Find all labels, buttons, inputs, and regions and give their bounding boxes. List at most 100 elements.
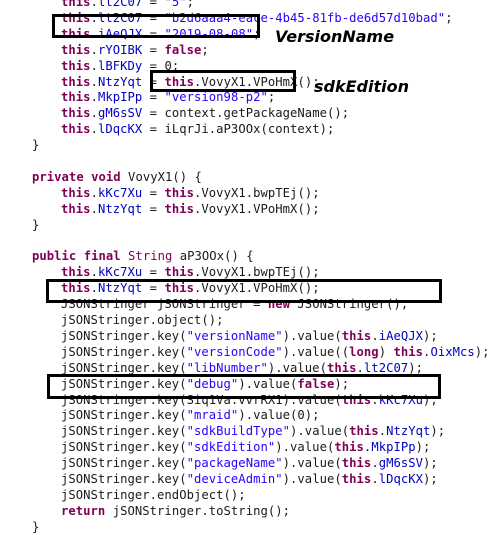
code-token: MkpIPp: [97, 90, 143, 105]
code-token: "mraid": [186, 408, 239, 423]
sdk-edition-annotation: sdkEdition: [314, 77, 409, 96]
code-token: this: [341, 328, 372, 343]
code-line: public final String aP3OOx() {: [32, 248, 254, 264]
highlight-box-version-name-key: [46, 279, 442, 303]
code-line: this.rYOIBK = false;: [61, 42, 209, 58]
code-token: ;: [445, 10, 453, 25]
code-token: }: [32, 217, 40, 232]
code-line: jSONStringer.object();: [61, 312, 224, 328]
code-token: this: [61, 265, 91, 280]
code-token: NtzYqt: [97, 74, 143, 89]
code-token: this: [164, 201, 195, 216]
code-token: }: [32, 138, 40, 153]
code-token: .: [90, 58, 98, 73]
code-line: this.kKc7Xu = this.VovyX1.bwpTEj();: [61, 185, 320, 201]
code-token: .: [90, 0, 98, 9]
code-token: jSONStringer.toString();: [105, 503, 291, 518]
code-token: return: [61, 503, 106, 518]
code-token: jSONStringer.object();: [61, 313, 224, 327]
code-token: public: [32, 249, 77, 264]
code-token: ): [378, 344, 394, 359]
code-token: aP3OOx() {: [172, 249, 254, 264]
version-name-annotation: VersionName: [275, 27, 395, 46]
code-token: "sdkEdition": [186, 440, 276, 455]
code-line: private void VovyX1() {: [32, 169, 202, 185]
code-token: this: [341, 456, 372, 471]
code-line: this.gM6sSV = context.getPackageName();: [61, 105, 349, 121]
code-line: jSONStringer.key("versionCode").value((l…: [61, 344, 490, 360]
code-token: this: [341, 472, 372, 486]
code-token: NtzYqt: [386, 424, 431, 439]
code-token: = iLqrJi.aP3OOx(context);: [142, 122, 335, 137]
code-line: jSONStringer.key("mraid").value(0);: [61, 407, 320, 423]
code-token: false: [164, 42, 202, 57]
code-token: .: [90, 201, 98, 216]
code-line: jSONStringer.key("versionName").value(th…: [61, 328, 438, 344]
code-token: VovyX1() {: [120, 169, 202, 184]
code-line: this.kKc7Xu = this.VovyX1.bwpTEj();: [61, 264, 320, 280]
code-token: this: [61, 122, 91, 137]
code-token: kKc7Xu: [97, 265, 143, 280]
code-token: ;: [186, 0, 195, 9]
code-token: final: [83, 249, 121, 264]
code-token: this: [61, 201, 91, 216]
code-token: ).value(: [290, 424, 350, 439]
code-token: this: [61, 90, 91, 105]
code-token: this: [164, 265, 195, 280]
code-line: }: [32, 217, 39, 233]
code-token: ).value(0);: [238, 408, 320, 423]
code-token: lt2C07: [363, 360, 409, 375]
code-token: = context.getPackageName();: [142, 106, 350, 121]
code-token: .: [90, 185, 98, 200]
code-token: "deviceAdmin": [186, 472, 283, 486]
code-token: ).value(: [275, 440, 335, 455]
code-token: .VovyX1.VPoHmX();: [194, 201, 320, 216]
code-token: lBFKDy: [97, 58, 143, 73]
code-token: jSONStringer.key(: [61, 456, 187, 471]
code-token: "packageName": [186, 456, 283, 471]
code-token: this: [334, 440, 364, 455]
code-token: jSONStringer.key(: [61, 472, 187, 486]
code-token: MkpIPp: [371, 440, 416, 455]
code-line: this.NtzYqt = this.VovyX1.VPoHmX();: [61, 201, 320, 217]
code-token: =: [142, 185, 165, 200]
code-token: jSONStringer.key(: [61, 344, 187, 359]
code-token: jSONStringer.key(: [61, 360, 187, 375]
code-token: "versionCode": [186, 344, 283, 359]
code-token: =: [142, 0, 165, 9]
code-token: "5": [164, 0, 187, 9]
code-token: jSONStringer.endObject();: [61, 487, 246, 502]
code-token: =: [142, 265, 165, 280]
code-token: ).value(: [282, 456, 342, 471]
code-token: this: [326, 360, 357, 375]
code-token: ).value(: [282, 472, 342, 486]
code-token: .VovyX1.bwpTEj();: [194, 185, 320, 200]
code-token: ).value(: [267, 360, 327, 375]
code-token: lt2C07: [97, 0, 143, 9]
code-line: this.lt2C07 = "5";: [61, 0, 194, 10]
code-token: );: [423, 472, 438, 486]
code-token: this: [61, 42, 91, 57]
code-token: NtzYqt: [97, 201, 143, 216]
code-token: "sdkBuildType": [186, 424, 291, 439]
code-line: this.lDqcKX = iLqrJi.aP3OOx(context);: [61, 121, 334, 137]
code-token: jSONStringer.key(: [61, 440, 187, 455]
code-token: this: [61, 0, 91, 9]
code-token: ).value(: [282, 328, 342, 343]
code-line: jSONStringer.key("sdkEdition").value(thi…: [61, 439, 430, 455]
code-token: .: [90, 90, 98, 105]
code-token: gM6sSV: [97, 106, 143, 121]
code-token: ).value((: [282, 344, 350, 359]
code-line: jSONStringer.endObject();: [61, 487, 246, 503]
code-line: }: [32, 519, 39, 535]
code-token: this: [61, 106, 91, 121]
code-token: );: [408, 360, 424, 375]
code-token: .: [378, 424, 387, 439]
code-token: ;: [267, 90, 276, 105]
code-token: iAeQJX: [378, 328, 424, 343]
code-token: private: [32, 169, 84, 184]
code-token: .: [371, 472, 379, 486]
